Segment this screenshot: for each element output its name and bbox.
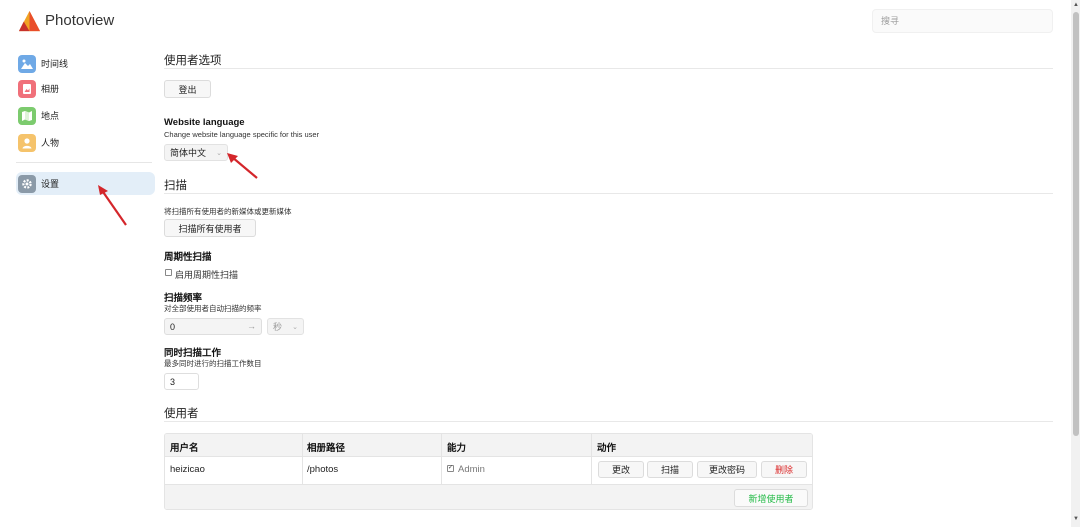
gear-icon: [18, 174, 36, 193]
scanner-heading: 扫描: [164, 180, 187, 192]
sidebar-divider: [16, 162, 152, 163]
scan-frequency-unit-value: 秒: [273, 322, 283, 332]
username-cell: heizicao: [170, 464, 205, 475]
arrow-right-icon: →: [247, 321, 256, 331]
concurrent-workers-description: 最多同时进行的扫描工作数目: [164, 359, 262, 368]
scan-description: 将扫描所有使用者的新媒体或更新媒体: [164, 207, 292, 216]
admin-label: Admin: [458, 464, 485, 475]
sidebar-item-timeline[interactable]: 时间线: [16, 52, 155, 75]
sidebar-item-label: 时间线: [41, 59, 69, 69]
users-table-footer: 新增使用者: [165, 484, 812, 509]
column-header-actions: 动作: [597, 443, 617, 454]
sidebar-item-label: 人物: [41, 138, 60, 148]
scan-user-button[interactable]: 扫描: [647, 461, 693, 478]
concurrent-workers-value: 3: [170, 376, 176, 387]
column-header-permissions: 能力: [447, 443, 467, 454]
sidebar-item-places[interactable]: 地点: [16, 104, 155, 127]
column-divider: [591, 434, 592, 484]
sidebar-item-albums[interactable]: 相册: [16, 77, 155, 100]
column-divider: [441, 434, 442, 484]
scan-frequency-title: 扫描频率: [164, 293, 203, 304]
chevron-down-icon: ⌄: [216, 150, 222, 157]
column-header-username: 用户名: [170, 443, 199, 454]
periodic-scan-checkbox[interactable]: [165, 269, 172, 276]
chevron-down-icon: ⌄: [292, 324, 298, 331]
users-table: 用户名 相册路径 能力 动作 heizicao /photos ✓ Admin …: [164, 433, 813, 510]
sidebar-item-label: 相册: [41, 84, 60, 94]
users-table-header: 用户名 相册路径 能力 动作: [165, 434, 812, 457]
timeline-icon: [18, 54, 36, 73]
places-icon: [18, 106, 36, 125]
section-divider: [164, 193, 1053, 194]
app-header: Photoview: [0, 0, 1080, 42]
admin-checkbox[interactable]: ✓: [447, 465, 454, 472]
delete-user-button[interactable]: 删除: [761, 461, 807, 478]
language-description: Change website language specific for thi…: [164, 130, 320, 139]
column-header-album-path: 相册路径: [307, 443, 346, 454]
language-select[interactable]: 简体中文 ⌄: [164, 144, 228, 161]
language-select-value: 简体中文: [170, 148, 207, 158]
scan-frequency-value: 0: [170, 321, 176, 332]
section-divider: [164, 421, 1053, 422]
scan-frequency-unit-select[interactable]: 秒 ⌄: [267, 318, 304, 335]
sidebar-item-label: 地点: [41, 111, 60, 121]
concurrent-workers-input[interactable]: 3: [164, 373, 199, 390]
scan-frequency-input[interactable]: 0 →: [164, 318, 262, 335]
change-password-button[interactable]: 更改密码: [697, 461, 757, 478]
sidebar-item-people[interactable]: 人物: [16, 131, 155, 154]
user-prefs-heading: 使用者选项: [164, 55, 222, 67]
scrollbar-thumb[interactable]: [1073, 12, 1079, 436]
users-heading: 使用者: [164, 408, 199, 420]
periodic-scan-title: 周期性扫描: [164, 252, 212, 263]
page-scrollbar[interactable]: ▲ ▼: [1071, 0, 1080, 527]
app-title: Photoview: [45, 12, 115, 29]
scan-frequency-description: 对全部使用者自动扫描的频率: [164, 304, 262, 313]
concurrent-workers-title: 同时扫描工作: [164, 348, 222, 359]
album-path-cell: /photos: [307, 464, 339, 475]
edit-user-button[interactable]: 更改: [598, 461, 644, 478]
annotation-arrow: [227, 153, 258, 179]
language-title: Website language: [164, 117, 245, 128]
sidebar-item-settings[interactable]: 设置: [16, 172, 155, 195]
scroll-up-icon[interactable]: ▲: [1073, 2, 1079, 8]
column-divider: [302, 434, 303, 484]
search-input[interactable]: [872, 9, 1053, 33]
periodic-scan-label: 启用周期性扫描: [175, 270, 239, 280]
scroll-down-icon[interactable]: ▼: [1073, 516, 1079, 522]
add-user-button[interactable]: 新增使用者: [734, 489, 808, 507]
photoview-logo-icon: [18, 10, 41, 32]
people-icon: [18, 133, 36, 152]
sidebar-item-label: 设置: [41, 179, 60, 189]
album-icon: [18, 79, 36, 98]
section-divider: [164, 68, 1053, 69]
logout-button[interactable]: 登出: [164, 80, 211, 98]
scan-all-users-button[interactable]: 扫描所有使用者: [164, 219, 256, 237]
